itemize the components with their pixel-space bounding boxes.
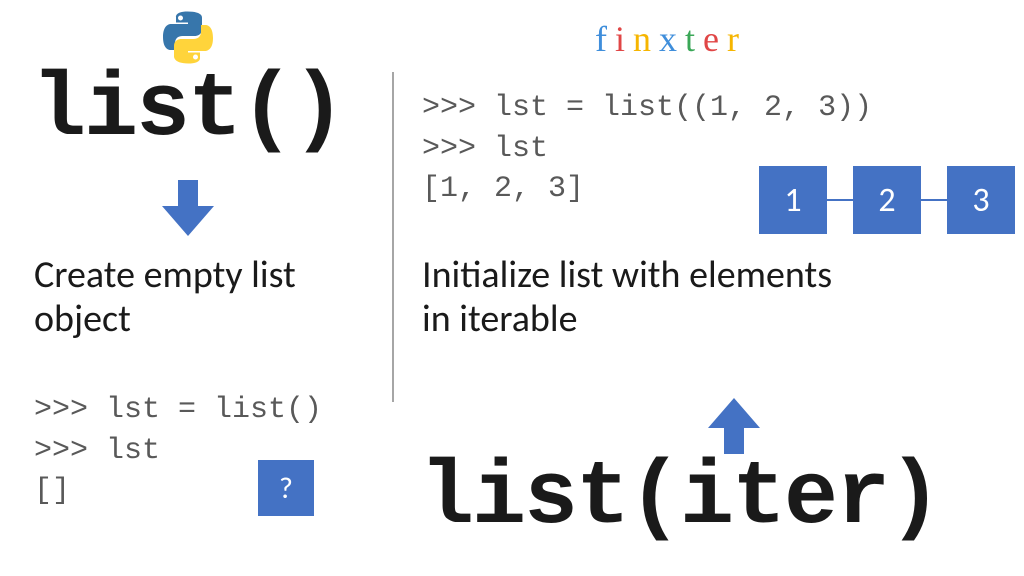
brand-letter: e [703,18,727,60]
down-arrow-icon [158,180,218,236]
list-node: 1 [759,166,827,234]
finxter-brand: finxter [595,18,747,60]
linked-list-nodes: 1 2 3 [759,166,1015,234]
up-arrow-icon [704,398,764,454]
question-box: ? [258,460,314,516]
left-description: Create empty list object [34,254,384,341]
brand-letter: t [685,18,703,60]
brand-letter: r [727,18,747,60]
list-node: 3 [947,166,1015,234]
right-title: list(iter) [420,448,940,550]
node-link [827,199,853,201]
vertical-divider [392,72,394,402]
brand-letter: n [633,18,659,60]
brand-letter: i [615,18,633,60]
python-logo-icon [158,10,218,65]
list-node: 2 [853,166,921,234]
node-link [921,199,947,201]
right-description: Initialize list with elements in iterabl… [422,254,842,341]
brand-letter: x [659,18,685,60]
left-title: list() [32,60,344,162]
brand-letter: f [595,18,615,60]
